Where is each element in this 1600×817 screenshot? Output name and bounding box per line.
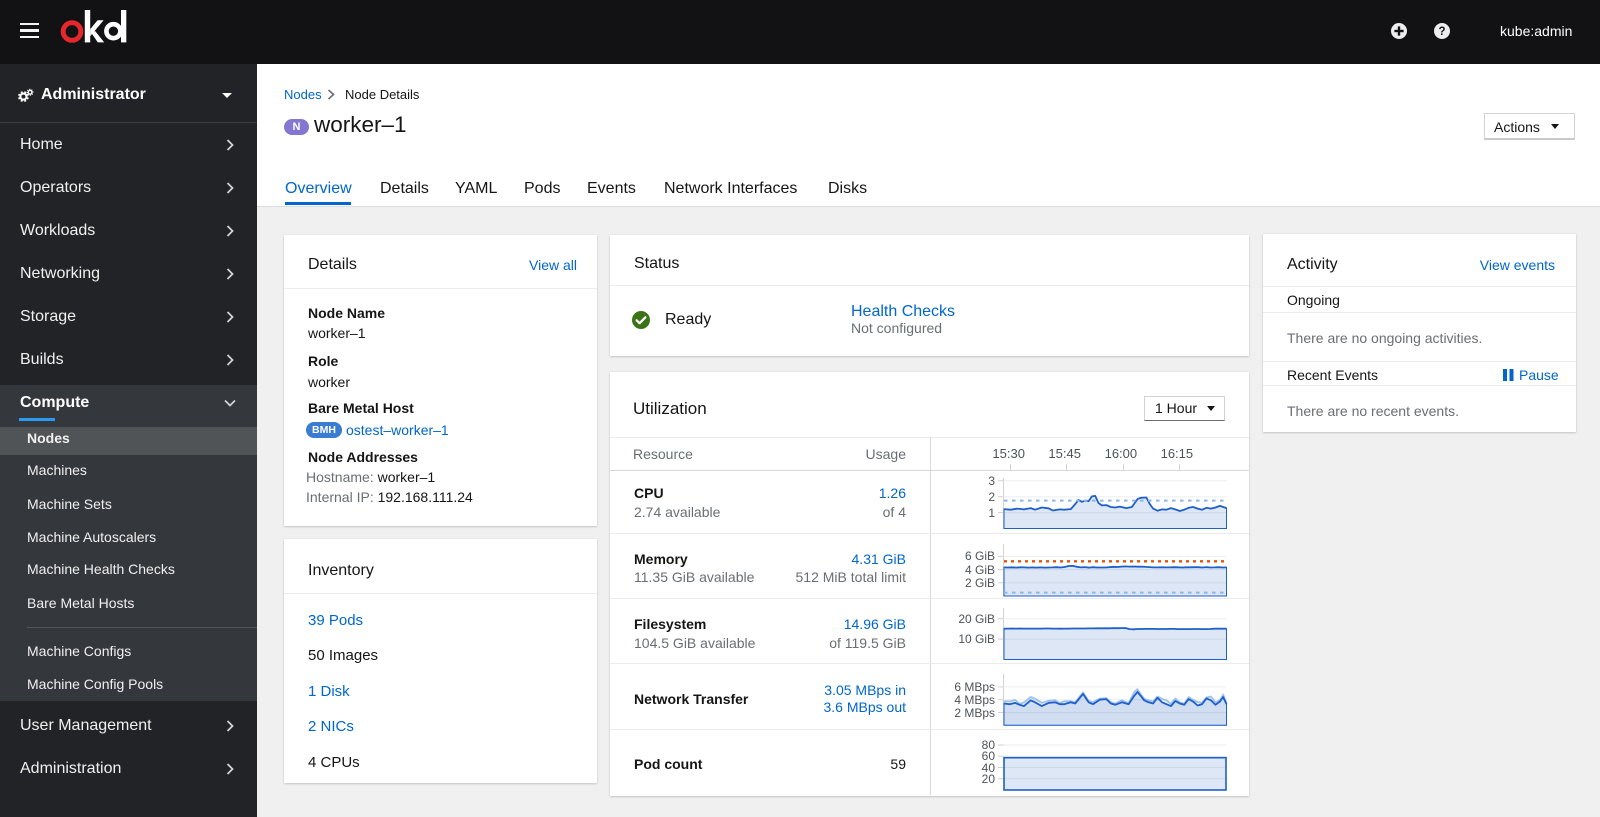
svg-text:?: ? — [1438, 26, 1445, 38]
